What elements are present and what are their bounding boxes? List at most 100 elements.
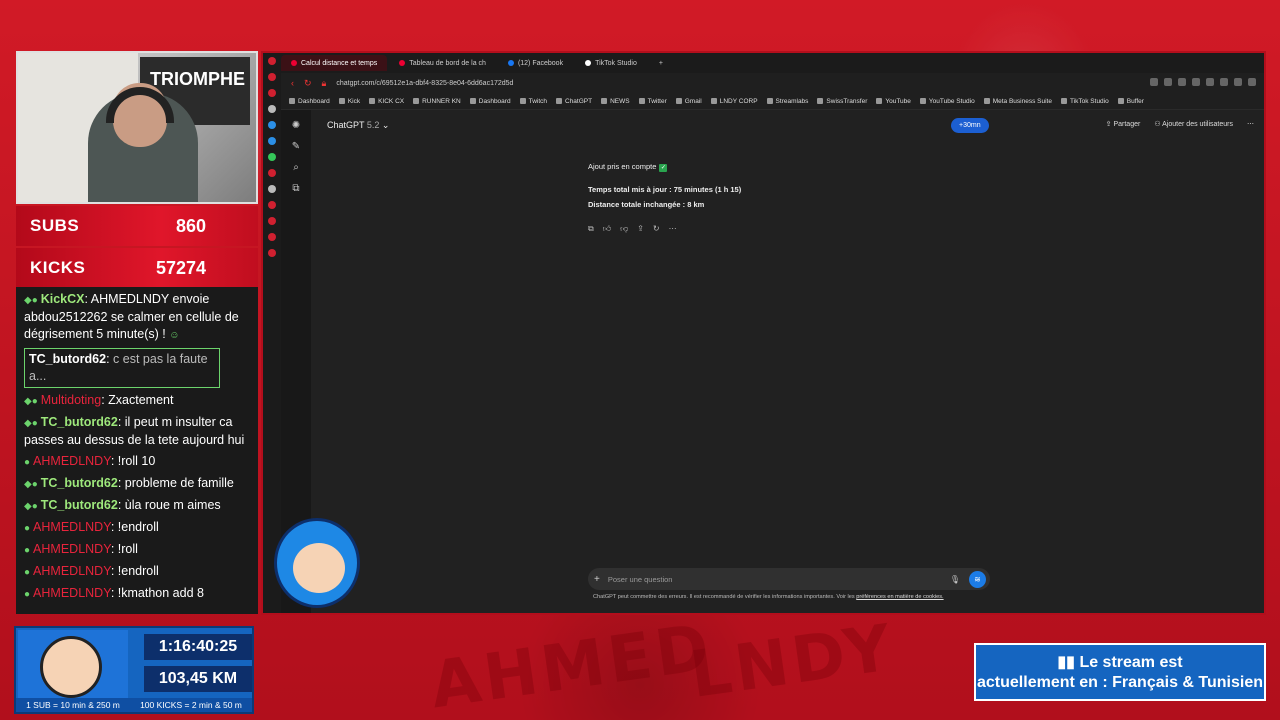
bookmark-icon <box>289 98 295 104</box>
tiktok-favicon-icon <box>585 60 592 66</box>
tab-bar: Calcul distance et temps Tableau de bord… <box>281 53 1264 73</box>
chat-username[interactable]: AHMEDLNDY <box>33 542 111 556</box>
tab-calcul[interactable]: Calcul distance et temps <box>281 55 388 71</box>
new-chat-icon[interactable]: ✎ <box>292 141 300 152</box>
extensions-icon[interactable] <box>1220 78 1228 86</box>
plus-icon[interactable]: + <box>594 574 600 585</box>
bookmark-icon <box>556 98 562 104</box>
distance-value: 103,45 KM <box>144 666 252 692</box>
bookmark[interactable]: Meta Business Suite <box>983 98 1052 105</box>
thumbs-down-icon[interactable]: 👎︎ <box>620 224 628 234</box>
microphone-icon[interactable]: 🎙︎ <box>950 575 960 584</box>
sidebar-app-icon[interactable] <box>268 105 276 113</box>
chat-text: !endroll <box>117 564 159 578</box>
background-text: AHMED <box>426 610 718 720</box>
more-icon[interactable]: ⋯ <box>669 224 677 234</box>
voice-mode-button[interactable]: ≋ <box>969 570 986 588</box>
bookmark[interactable]: ChatGPT <box>556 98 592 105</box>
share-icon[interactable]: ⇪ <box>637 224 644 234</box>
chat-message: ◆● TC_butord62: probleme de famille <box>24 476 234 490</box>
bookmark[interactable]: LNDY CORP <box>710 98 758 105</box>
chat-username[interactable]: Multidoting <box>41 393 101 407</box>
bookmark[interactable]: Dashboard <box>469 98 511 105</box>
disclaimer: ChatGPT peut commettre des erreurs. Il e… <box>593 594 944 600</box>
badge-icon: ● <box>24 457 31 468</box>
messenger-icon[interactable] <box>268 121 276 129</box>
opera-sidebar <box>263 53 281 613</box>
menu-icon[interactable] <box>1248 78 1256 86</box>
reload-icon[interactable]: ↻ <box>304 78 312 89</box>
chat-username[interactable]: KickCX <box>41 292 85 306</box>
chatgpt-logo-icon[interactable]: ✺ <box>292 120 300 131</box>
bookmark-icon <box>1060 98 1067 104</box>
cookie-preferences-link[interactable]: préférences en matière de cookies. <box>856 594 943 600</box>
history-icon[interactable] <box>268 233 276 241</box>
opera-icon[interactable] <box>268 57 276 65</box>
prompt-input[interactable]: Poser une question <box>608 575 673 584</box>
sidebar-app-icon[interactable] <box>268 201 276 209</box>
bookmark[interactable]: NEWS <box>601 98 630 105</box>
tab-facebook[interactable]: (12) Facebook <box>498 55 573 71</box>
bookmark[interactable]: Twitch <box>519 98 547 105</box>
play-icon[interactable] <box>1192 78 1200 86</box>
share-button[interactable]: ⇪ Partager <box>1106 120 1141 128</box>
tab-youtube[interactable]: Tableau de bord de la ch <box>389 55 496 71</box>
chat-message: ● AHMEDLNDY: !roll <box>24 542 138 556</box>
chatgpt-main: ChatGPT 5.2 ⌄ +30mn ⇪ Partager ⚇ Ajouter… <box>311 110 1264 613</box>
library-icon[interactable]: ⧉ <box>292 183 299 194</box>
mascot-avatar <box>274 518 360 608</box>
vpn-icon[interactable] <box>1178 78 1186 86</box>
heart-icon[interactable] <box>1206 78 1214 86</box>
bookmark[interactable]: Dashboard <box>289 98 330 105</box>
bookmark[interactable]: Kick <box>338 98 360 105</box>
bookmark[interactable]: SwissTransfer <box>817 98 867 105</box>
url-field[interactable]: chatgpt.com/c/69512e1a-dbf4-8325-8e04-6d… <box>336 80 513 87</box>
more-options-icon[interactable]: ⋯ <box>1247 120 1254 128</box>
copy-icon[interactable]: ⧉ <box>588 224 594 234</box>
tab-tiktok[interactable]: TikTok Studio <box>575 55 647 71</box>
chat-text: !endroll <box>117 520 159 534</box>
sub-rule: 1 SUB = 10 min & 250 m <box>26 700 120 710</box>
chat-username[interactable]: TC_butord62 <box>41 476 118 490</box>
sidebar-app-icon[interactable] <box>268 89 276 97</box>
bookmark-icon <box>413 98 420 104</box>
bookmark[interactable]: KICK CX <box>369 98 404 105</box>
prompt-composer[interactable]: + Poser une question 🎙︎ ≋ <box>588 568 990 590</box>
download-icon[interactable] <box>1234 78 1242 86</box>
bookmark[interactable]: YouTube Studio <box>919 98 975 105</box>
search-icon[interactable]: ⌕ <box>293 162 299 173</box>
subs-label: SUBS <box>30 216 80 235</box>
regenerate-icon[interactable]: ↻ <box>653 224 660 234</box>
bookmark[interactable]: YouTube <box>876 98 911 105</box>
bookmark[interactable]: Buffer <box>1117 98 1144 105</box>
model-selector[interactable]: ChatGPT 5.2 ⌄ <box>327 120 389 131</box>
x-icon[interactable] <box>268 185 276 193</box>
chat-username[interactable]: AHMEDLNDY <box>33 454 111 468</box>
youtube-favicon-icon <box>399 60 406 66</box>
whatsapp-icon[interactable] <box>268 153 276 161</box>
bookmark[interactable]: Twitter <box>638 98 667 105</box>
instagram-icon[interactable] <box>268 169 276 177</box>
chat-username[interactable]: TC_butord62 <box>41 415 118 429</box>
sidebar-app-icon[interactable] <box>268 217 276 225</box>
snapshot-icon[interactable] <box>1164 78 1172 86</box>
chat-username[interactable]: TC_butord62 <box>41 498 118 512</box>
pin-icon[interactable] <box>1150 78 1158 86</box>
chat-username[interactable]: AHMEDLNDY <box>33 520 111 534</box>
chat-text: Zxactement <box>108 393 174 407</box>
new-tab-button[interactable]: + <box>649 55 673 71</box>
check-icon: ✓ <box>659 164 668 172</box>
badge-icon: ● <box>24 567 31 578</box>
chat-username[interactable]: AHMEDLNDY <box>33 586 111 600</box>
chat-username[interactable]: AHMEDLNDY <box>33 564 111 578</box>
settings-icon[interactable] <box>268 249 276 257</box>
bookmark[interactable]: Gmail <box>675 98 702 105</box>
back-icon[interactable]: ‹ <box>291 78 294 88</box>
bookmark[interactable]: TikTok Studio <box>1060 98 1109 105</box>
bookmark[interactable]: Streamlabs <box>766 98 808 105</box>
bookmark[interactable]: RUNNER KN <box>413 98 461 105</box>
add-users-button[interactable]: ⚇ Ajouter des utilisateurs <box>1154 120 1233 128</box>
twitch-icon[interactable] <box>268 137 276 145</box>
sidebar-app-icon[interactable] <box>268 73 276 81</box>
thumbs-up-icon[interactable]: 👍︎ <box>603 224 611 234</box>
